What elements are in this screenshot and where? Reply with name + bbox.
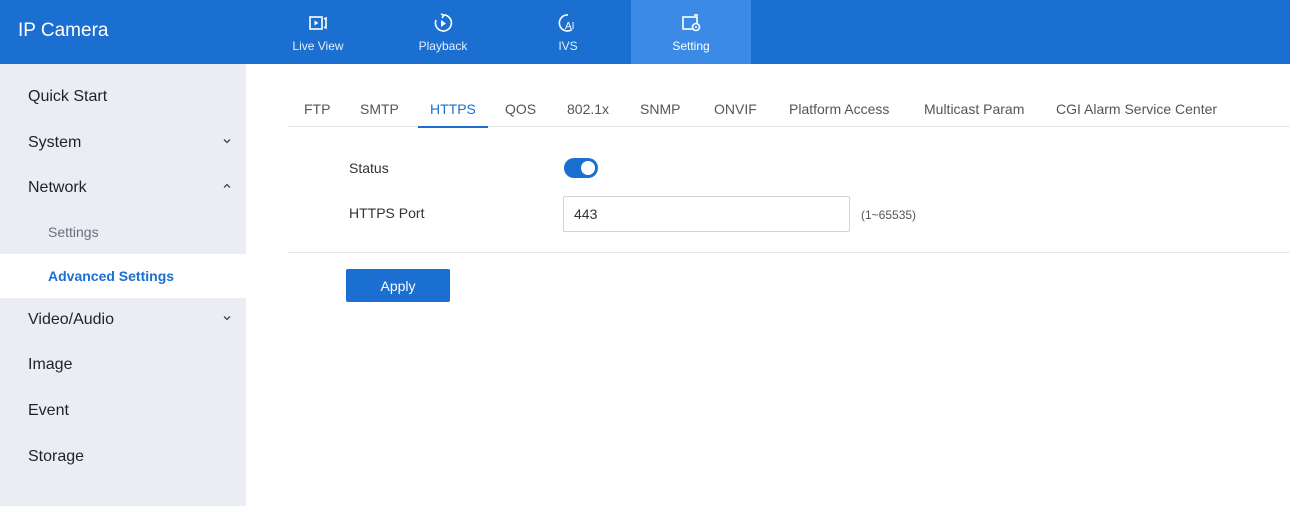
https-port-label: HTTPS Port bbox=[349, 205, 425, 221]
setting-icon bbox=[682, 14, 701, 32]
sidebar-item-label: Storage bbox=[28, 448, 85, 465]
sidebar-item-label: Event bbox=[28, 402, 69, 419]
sidebar-item-network[interactable]: Network bbox=[0, 167, 246, 211]
sidebar-item-label: System bbox=[28, 134, 82, 151]
sidebar-item-video-audio[interactable]: Video/Audio bbox=[0, 299, 246, 343]
sidebar-item-label: Quick Start bbox=[28, 88, 108, 105]
nav-live-view[interactable]: Live View bbox=[258, 0, 378, 64]
sidebar-item-advanced-settings[interactable]: Advanced Settings bbox=[0, 254, 246, 298]
sidebar-item-label: Advanced Settings bbox=[48, 268, 175, 284]
tab-cgi-alarm-service-center[interactable]: CGI Alarm Service Center bbox=[1056, 90, 1217, 127]
sidebar-item-system[interactable]: System bbox=[0, 122, 246, 166]
chevron-down-icon bbox=[223, 139, 231, 144]
nav-ivs[interactable]: AI IVS bbox=[508, 0, 628, 64]
nav-label: Setting bbox=[672, 39, 710, 53]
live-view-icon bbox=[309, 16, 327, 30]
divider bbox=[288, 252, 1290, 253]
playback-icon bbox=[434, 13, 453, 32]
sidebar-item-label: Settings bbox=[48, 224, 99, 240]
nav-label: IVS bbox=[558, 39, 578, 53]
chevron-down-icon bbox=[223, 316, 231, 321]
app-title: IP Camera bbox=[18, 20, 109, 41]
chevron-up-icon bbox=[223, 183, 231, 188]
sidebar: Quick Start System Network Settings Adva… bbox=[0, 64, 246, 506]
status-label: Status bbox=[349, 160, 389, 176]
sidebar-item-event[interactable]: Event bbox=[0, 390, 246, 434]
tab-multicast-param[interactable]: Multicast Param bbox=[924, 90, 1024, 127]
tab-8021x[interactable]: 802.1x bbox=[567, 90, 609, 127]
tab-platform-access[interactable]: Platform Access bbox=[789, 90, 889, 127]
nav-label: Playback bbox=[418, 39, 468, 53]
tab-bar: FTP SMTP HTTPS QOS 802.1x SNMP ONVIF Pla… bbox=[288, 90, 1290, 128]
sidebar-item-label: Video/Audio bbox=[28, 311, 114, 328]
sidebar-item-image[interactable]: Image bbox=[0, 344, 246, 388]
tab-snmp[interactable]: SNMP bbox=[640, 90, 680, 127]
sidebar-item-storage[interactable]: Storage bbox=[0, 436, 246, 480]
tab-https[interactable]: HTTPS bbox=[418, 90, 488, 128]
tab-qos[interactable]: QOS bbox=[505, 90, 536, 127]
https-port-input[interactable] bbox=[563, 196, 850, 232]
toggle-knob bbox=[581, 161, 595, 175]
nav-playback[interactable]: Playback bbox=[383, 0, 503, 64]
sidebar-item-label: Image bbox=[28, 356, 73, 373]
sidebar-item-quick-start[interactable]: Quick Start bbox=[0, 76, 246, 120]
tab-ftp[interactable]: FTP bbox=[304, 90, 330, 127]
nav-label: Live View bbox=[292, 39, 344, 53]
status-toggle[interactable] bbox=[564, 158, 598, 178]
apply-button[interactable]: Apply bbox=[346, 269, 450, 302]
svg-text:AI: AI bbox=[565, 21, 574, 32]
nav-setting[interactable]: Setting bbox=[631, 0, 751, 64]
tab-smtp[interactable]: SMTP bbox=[360, 90, 399, 127]
tab-onvif[interactable]: ONVIF bbox=[714, 90, 757, 127]
top-bar: IP Camera Live View Playback AI IVS Sett… bbox=[0, 0, 1290, 64]
ai-icon: AI bbox=[558, 14, 574, 32]
sidebar-item-label: Network bbox=[28, 179, 87, 196]
port-range-hint: (1~65535) bbox=[861, 208, 917, 222]
sidebar-item-settings[interactable]: Settings bbox=[0, 210, 246, 254]
